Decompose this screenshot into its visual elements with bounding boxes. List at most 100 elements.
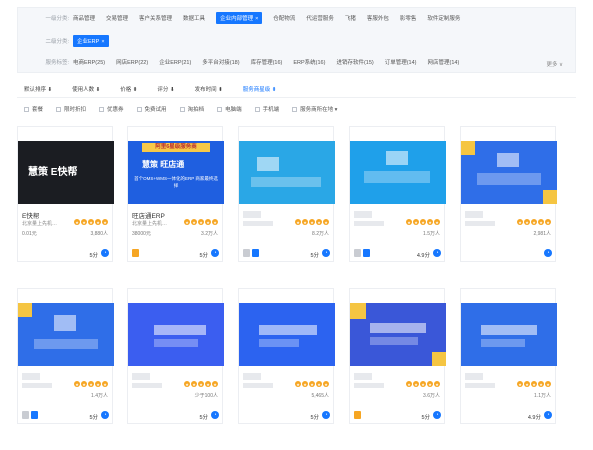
product-price: 38000元: [132, 231, 151, 237]
banner-top: 阿里6星级服务商: [142, 143, 210, 152]
category-item[interactable]: 商品管理: [73, 14, 95, 22]
close-icon[interactable]: ×: [255, 16, 258, 22]
sort-rating[interactable]: 评分 ⬇: [157, 85, 174, 93]
close-icon[interactable]: ×: [101, 39, 104, 45]
product-users: 5,465人: [311, 393, 329, 399]
tag-item[interactable]: 库存管理(16): [251, 58, 283, 66]
checkbox-discount[interactable]: 限时折扣: [56, 105, 86, 113]
product-score: 5分: [199, 253, 208, 259]
category-item[interactable]: 软件定制服务: [427, 14, 460, 22]
chat-icon[interactable]: ◔: [211, 249, 219, 257]
chat-icon[interactable]: ◔: [433, 411, 441, 419]
product-thumbnail: [18, 303, 114, 366]
checkbox-taopaidang[interactable]: 淘拍档: [179, 105, 204, 113]
checkbox-pc[interactable]: 电脑端: [217, 105, 242, 113]
product-price: 0.01元: [22, 231, 37, 237]
product-score: 5分: [421, 415, 430, 421]
tag-item[interactable]: 电商ERP(25): [73, 58, 105, 66]
product-card[interactable]: ★ ★ ★ ★ ★ 1.5万人 4.9分 ◔: [349, 126, 446, 262]
product-card[interactable]: ★ ★ ★ ★ ★ 8.2万人 5分 ◔: [238, 126, 335, 262]
product-users: 2,981人: [533, 231, 551, 237]
sort-publish-time[interactable]: 发布时间 ⬍: [195, 85, 223, 93]
product-thumbnail: [350, 141, 446, 204]
chat-icon[interactable]: ◔: [101, 249, 109, 257]
tag-item[interactable]: 企业ERP(21): [159, 58, 191, 66]
product-vendor: 北京量上先机…: [22, 221, 58, 227]
product-thumbnail: [239, 303, 335, 366]
badge-icon: [363, 249, 370, 257]
chat-icon[interactable]: ◔: [101, 411, 109, 419]
tag-item[interactable]: 进销存软件(15): [336, 58, 373, 66]
badge-icon: [22, 411, 29, 419]
product-score: 4.9分: [527, 415, 541, 421]
product-card[interactable]: 慧策 E快帮 E快帮 北京量上先机… ★ ★ ★ ★ ★ 0.01元 3,880人 5分…: [17, 126, 114, 262]
medal-icon: [132, 249, 139, 257]
rating-stars: ★ ★ ★ ★ ★: [406, 219, 440, 225]
sort-default[interactable]: 默认排序 ⬇: [24, 85, 52, 93]
checkbox-location[interactable]: 服务商所在地 ▾: [292, 105, 337, 113]
rating-stars: ★ ★ ★ ★ ★: [517, 219, 551, 225]
product-card[interactable]: ★ ★ ★ ★ ★ 2,981人 ◔: [460, 126, 557, 262]
filter-checkboxes: 套餐 限时折扣 优惠券 免费试用 淘拍档 电脑端 手机端 服务商所在地 ▾: [17, 103, 576, 115]
product-thumbnail: 阿里6星级服务商 慧策 旺店通 首个OMS+WMS一体化的ERP 商家最终选择: [128, 141, 224, 204]
product-card[interactable]: ★ ★ ★ ★ ★ 5,465人 5分 ◔: [238, 288, 335, 424]
category-level1-label: 一级分类:: [45, 16, 69, 22]
product-card[interactable]: ★ ★ ★ ★ ★ 少于100人 5分 ◔: [127, 288, 224, 424]
tag-item[interactable]: 网店ERP(22): [116, 58, 148, 66]
subcategory-item-active[interactable]: 企业ERP ×: [73, 35, 109, 47]
product-card[interactable]: ★ ★ ★ ★ ★ 3.6万人 5分 ◔: [349, 288, 446, 424]
category-level2-label: 二级分类:: [45, 39, 69, 45]
product-users: 1.5万人: [423, 231, 440, 237]
category-item[interactable]: 仓配物流: [273, 14, 295, 22]
badge-icon: [252, 249, 259, 257]
checkbox-package[interactable]: 套餐: [24, 105, 43, 113]
chat-icon[interactable]: ◔: [322, 249, 330, 257]
tag-item[interactable]: 订单管理(14): [385, 58, 417, 66]
product-card[interactable]: 阿里6星级服务商 慧策 旺店通 首个OMS+WMS一体化的ERP 商家最终选择 …: [127, 126, 224, 262]
chat-icon[interactable]: ◔: [433, 249, 441, 257]
product-score: 5分: [310, 415, 319, 421]
banner-logo: 慧策 E快帮: [28, 167, 78, 178]
category-item[interactable]: 客服外包: [367, 14, 389, 22]
chat-icon[interactable]: ◔: [322, 411, 330, 419]
tag-item[interactable]: 网店管理(14): [428, 58, 460, 66]
category-item[interactable]: 交易管理: [106, 14, 128, 22]
category-item[interactable]: 影零售: [400, 14, 417, 22]
checkbox-coupon[interactable]: 优惠券: [99, 105, 124, 113]
category-item[interactable]: 代运营服务: [306, 14, 334, 22]
checkbox-free-trial[interactable]: 免费试用: [136, 105, 167, 113]
badge-icon: [354, 249, 361, 257]
badge-icon: [243, 249, 250, 257]
product-score: 5分: [89, 253, 98, 259]
rating-stars: ★ ★ ★ ★ ★: [295, 381, 329, 387]
product-thumbnail: [350, 303, 446, 366]
product-card[interactable]: ★ ★ ★ ★ ★ 1.1万人 4.9分 ◔: [460, 288, 557, 424]
rating-stars: ★ ★ ★ ★ ★: [184, 381, 218, 387]
category-item-active[interactable]: 企业内部管理 ×: [216, 12, 263, 24]
category-item[interactable]: 客户关系管理: [139, 14, 172, 22]
sort-provider-level[interactable]: 服务商星级 ⬍: [243, 85, 277, 93]
product-thumbnail: [239, 141, 335, 204]
product-users: 1.4万人: [91, 393, 108, 399]
tag-item[interactable]: 多平台对接(18): [202, 58, 239, 66]
chat-icon[interactable]: ◔: [544, 411, 552, 419]
product-score: 4.9分: [416, 253, 430, 259]
category-item[interactable]: 飞猪: [345, 14, 356, 22]
chat-icon[interactable]: ◔: [544, 249, 552, 257]
sort-price[interactable]: 价格 ⬍: [120, 85, 137, 93]
badge-icon: [31, 411, 38, 419]
rating-stars: ★ ★ ★ ★ ★: [517, 381, 551, 387]
product-card[interactable]: ★ ★ ★ ★ ★ 1.4万人 5分 ◔: [17, 288, 114, 424]
chat-icon[interactable]: ◔: [211, 411, 219, 419]
tag-item[interactable]: ERP系统(16): [293, 58, 325, 66]
sort-users[interactable]: 使用人数 ⬇: [72, 85, 100, 93]
service-tag-row: 服务标签: 电商ERP(25) 网店ERP(22) 企业ERP(21) 多平台对…: [18, 56, 470, 68]
product-users: 1.1万人: [534, 393, 551, 399]
product-score: 5分: [89, 415, 98, 421]
more-button[interactable]: 更多 ∨: [546, 60, 563, 68]
medal-icon: [354, 411, 361, 419]
checkbox-mobile[interactable]: 手机端: [254, 105, 279, 113]
product-users: 3.2万人: [201, 231, 218, 237]
category-item[interactable]: 数据工具: [183, 14, 205, 22]
service-tag-label: 服务标签:: [45, 60, 69, 66]
